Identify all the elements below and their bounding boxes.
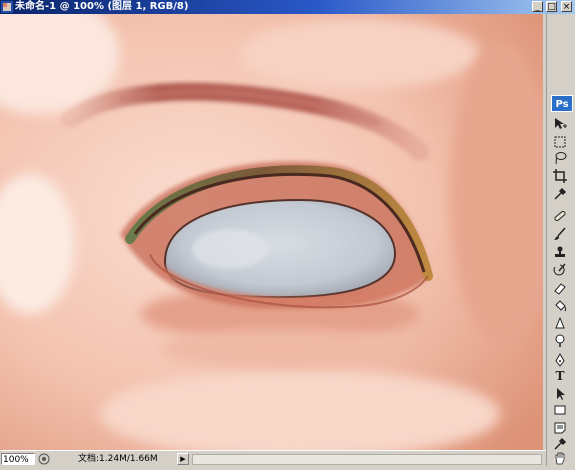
status-bar: 100% 文档:1.24M/1.66M ▶ bbox=[0, 450, 546, 466]
hand-icon bbox=[555, 452, 565, 465]
rectangle-icon bbox=[554, 405, 566, 415]
notes-tool[interactable] bbox=[552, 420, 568, 436]
eyedropper-icon bbox=[554, 187, 567, 200]
pen-icon bbox=[555, 352, 565, 367]
close-button[interactable]: × bbox=[561, 1, 572, 12]
note-icon bbox=[554, 422, 566, 434]
eye-painting bbox=[0, 14, 543, 450]
arrow-icon bbox=[557, 388, 565, 400]
eraser-icon bbox=[554, 283, 566, 295]
stamp-icon bbox=[555, 246, 565, 257]
window-title: 未命名-1 @ 100% (图层 1, RGB/8) bbox=[15, 1, 189, 12]
document-size-info: 文档:1.24M/1.66M bbox=[78, 454, 158, 464]
status-menu-arrow[interactable]: ▶ bbox=[177, 453, 189, 465]
maximize-button[interactable]: □ bbox=[546, 1, 557, 12]
eraser-tool[interactable] bbox=[552, 280, 568, 296]
bandage-icon bbox=[554, 210, 566, 222]
lasso-icon bbox=[555, 152, 567, 165]
marquee-tool[interactable] bbox=[552, 134, 568, 150]
minimize-button[interactable]: _ bbox=[532, 1, 543, 12]
brush-icon bbox=[554, 227, 566, 240]
title-bar[interactable]: 未命名-1 @ 100% (图层 1, RGB/8) _ □ × bbox=[0, 0, 575, 14]
hand-tool[interactable] bbox=[552, 450, 568, 466]
brush-tool[interactable] bbox=[552, 226, 568, 242]
document-icon bbox=[1, 1, 13, 13]
crop-icon bbox=[553, 169, 567, 183]
blur-tool[interactable] bbox=[552, 316, 568, 332]
status-info-icon[interactable] bbox=[38, 453, 50, 465]
move-tool[interactable] bbox=[552, 116, 568, 132]
paint-bucket-tool[interactable] bbox=[552, 298, 568, 314]
shape-tool[interactable] bbox=[552, 402, 568, 418]
healing-brush-tool[interactable] bbox=[552, 208, 568, 224]
lasso-tool[interactable] bbox=[552, 150, 568, 166]
zoom-field[interactable]: 100% bbox=[1, 453, 35, 465]
blur-icon bbox=[555, 316, 565, 329]
ps-logo[interactable]: Ps bbox=[551, 95, 573, 112]
pen-tool[interactable] bbox=[552, 352, 568, 368]
history-brush-tool[interactable] bbox=[552, 262, 568, 278]
type-tool[interactable]: T bbox=[552, 368, 568, 384]
type-icon: T bbox=[555, 369, 565, 383]
horizontal-scrollbar[interactable] bbox=[192, 454, 542, 465]
move-icon bbox=[555, 118, 567, 129]
path-selection-tool[interactable] bbox=[552, 386, 568, 402]
eyedropper-tool[interactable] bbox=[552, 186, 568, 202]
document-canvas[interactable] bbox=[0, 14, 543, 450]
history-brush-icon bbox=[553, 263, 566, 276]
crop-tool[interactable] bbox=[552, 168, 568, 184]
dodge-icon bbox=[555, 334, 565, 347]
dodge-tool[interactable] bbox=[552, 332, 568, 348]
eyedropper-icon bbox=[554, 437, 567, 450]
bucket-icon bbox=[555, 300, 567, 312]
marquee-icon bbox=[554, 136, 566, 148]
clone-stamp-tool[interactable] bbox=[552, 244, 568, 260]
